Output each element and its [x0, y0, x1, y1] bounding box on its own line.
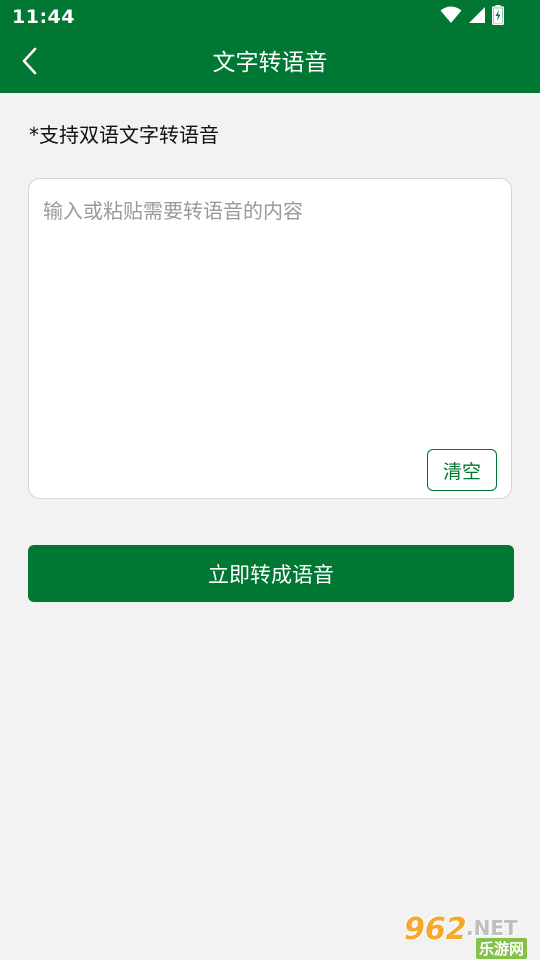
- page-title: 文字转语音: [212, 50, 328, 76]
- wifi-icon: [440, 6, 462, 28]
- text-input[interactable]: [43, 195, 497, 445]
- status-icons: [440, 5, 504, 29]
- support-hint: *支持双语文字转语音: [29, 123, 219, 147]
- status-bar: 11:44: [0, 0, 540, 33]
- clear-button[interactable]: 清空: [427, 449, 497, 491]
- app-bar: 文字转语音: [0, 33, 540, 93]
- signal-icon: [468, 6, 486, 28]
- watermark-number: 962: [404, 912, 467, 947]
- watermark-tld: .NET: [466, 916, 518, 940]
- battery-charging-icon: [492, 5, 504, 29]
- status-time: 11:44: [12, 6, 75, 28]
- text-input-card: 清空: [28, 178, 512, 499]
- watermark-cn: 乐游网: [476, 938, 528, 959]
- convert-to-speech-button[interactable]: 立即转成语音: [28, 545, 514, 602]
- watermark-logo: 962 .NET 乐游网: [402, 912, 534, 959]
